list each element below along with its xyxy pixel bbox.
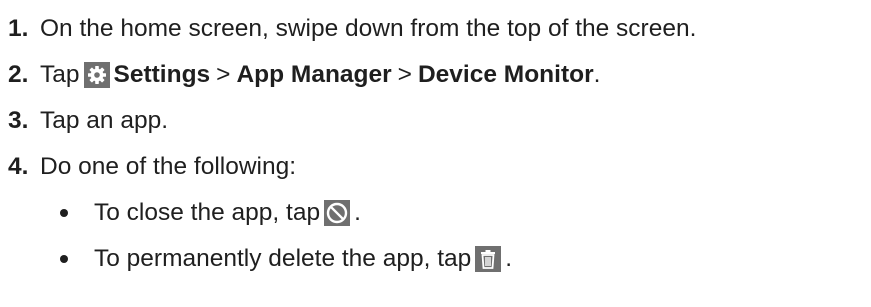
step-number: 4. [8,153,29,180]
step-4: 4. Do one of the following: [8,144,868,190]
bullet-text: To permanently delete the app, tap . [94,242,512,276]
bullet-close-app: To close the app, tap . [8,190,868,236]
separator: > [397,61,412,88]
separator: > [216,61,231,88]
period: . [505,245,513,272]
tap-word: Tap [40,61,80,88]
step-text: Tap an app. [40,107,169,134]
step-1: 1. On the home screen, swipe down from t… [8,6,868,52]
instructions-document: 1. On the home screen, swipe down from t… [8,6,868,282]
step-text: Do one of the following: [40,153,297,180]
gear-icon [83,62,110,88]
bullet-dot [60,255,68,263]
settings-label: Settings [113,61,211,88]
step-number: 3. [8,107,29,134]
step-number: 2. [8,61,29,88]
bullet-delete-app: To permanently delete the app, tap . [8,236,868,282]
block-icon [324,200,351,226]
device-monitor-label: Device Monitor [417,61,594,88]
bullet-text: To close the app, tap . [94,196,361,230]
step-text: Tap Settings > App Manager > Device Moni… [40,58,600,92]
bullet-dot [60,209,68,217]
period: . [593,61,601,88]
trash-icon [475,246,502,272]
step-text: On the home screen, swipe down from the … [40,15,697,42]
step-2: 2. Tap Settings > App Manager > Device M… [8,52,868,98]
step-number: 1. [8,15,29,42]
period: . [354,199,361,226]
step-3: 3. Tap an app. [8,98,868,144]
app-manager-label: App Manager [236,61,392,88]
